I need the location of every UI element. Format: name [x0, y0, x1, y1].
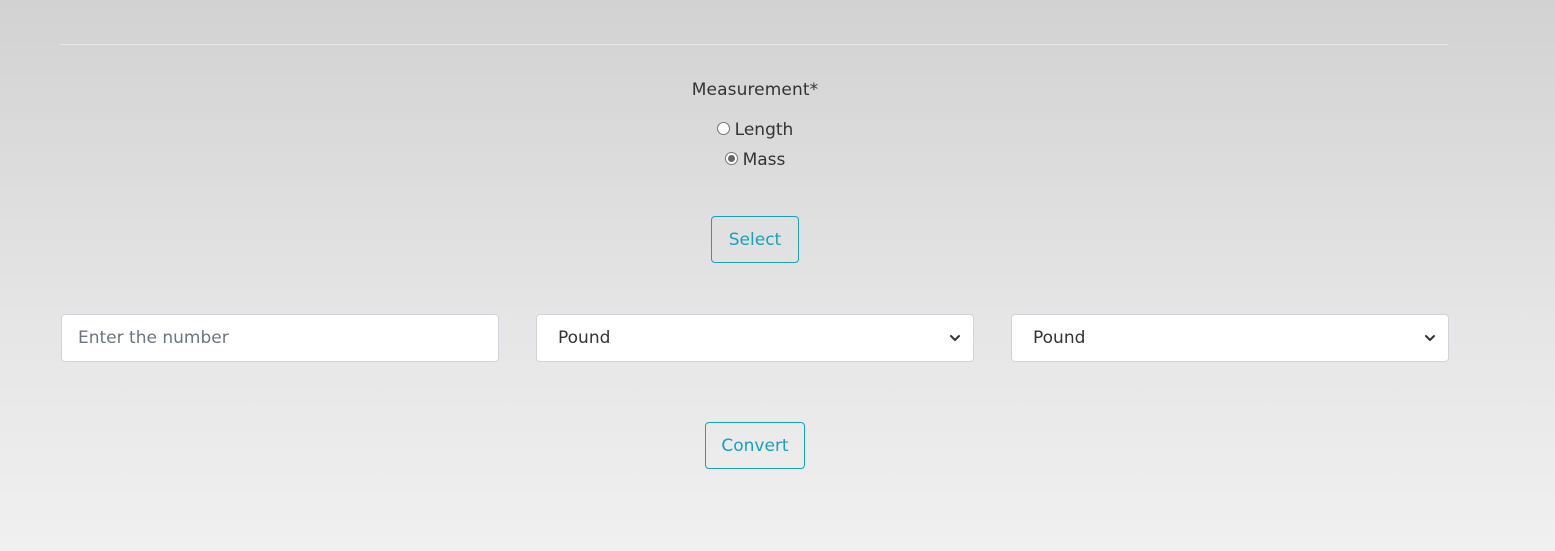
radio-option-length[interactable]: Length — [0, 120, 1510, 142]
divider — [60, 44, 1448, 45]
number-input[interactable]: Enter the number — [61, 314, 499, 362]
chevron-down-icon — [1425, 335, 1435, 341]
from-unit-select[interactable]: Pound — [536, 314, 974, 362]
to-unit-value: Pound — [1033, 328, 1086, 348]
select-button[interactable]: Select — [711, 216, 799, 263]
radio-mass[interactable] — [724, 151, 738, 165]
radio-option-mass[interactable]: Mass — [0, 150, 1510, 172]
to-unit-select[interactable]: Pound — [1011, 314, 1449, 362]
convert-button[interactable]: Convert — [705, 422, 805, 469]
radio-length[interactable] — [716, 121, 730, 135]
number-input-placeholder: Enter the number — [78, 328, 229, 348]
from-unit-value: Pound — [558, 328, 611, 348]
radio-length-label[interactable]: Length — [735, 120, 794, 140]
chevron-down-icon — [950, 335, 960, 341]
measurement-label: Measurement* — [691, 80, 819, 100]
radio-mass-label[interactable]: Mass — [743, 150, 786, 170]
